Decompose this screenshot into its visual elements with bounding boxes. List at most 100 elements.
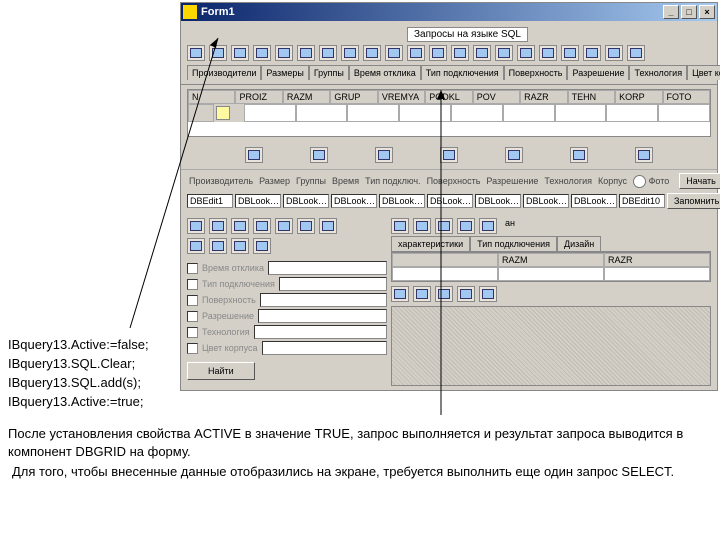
close-button[interactable]: × bbox=[699, 5, 715, 19]
component-icon[interactable] bbox=[209, 45, 227, 61]
dbedit-field[interactable] bbox=[427, 194, 473, 208]
start-button[interactable]: Начать bbox=[679, 173, 720, 189]
checkbox[interactable] bbox=[187, 263, 198, 274]
filter-input[interactable] bbox=[258, 309, 387, 323]
column-header[interactable]: TEHN bbox=[568, 90, 615, 104]
component-icon[interactable] bbox=[407, 45, 425, 61]
component-icon[interactable] bbox=[429, 45, 447, 61]
detail-tab[interactable]: характеристики bbox=[391, 236, 470, 251]
checkbox[interactable] bbox=[187, 327, 198, 338]
dbedit-field[interactable] bbox=[331, 194, 377, 208]
column-header[interactable]: PROIZ bbox=[235, 90, 282, 104]
component-icon[interactable] bbox=[231, 45, 249, 61]
dbedit-field[interactable] bbox=[187, 194, 233, 208]
dbedit-field[interactable] bbox=[619, 194, 665, 208]
column-header[interactable]: RAZM bbox=[283, 90, 330, 104]
component-icon[interactable] bbox=[275, 218, 293, 234]
component-icon[interactable] bbox=[253, 218, 271, 234]
column-header[interactable]: RAZR bbox=[520, 90, 567, 104]
component-icon[interactable] bbox=[605, 45, 623, 61]
component-icon[interactable] bbox=[413, 218, 431, 234]
dbgrid-2[interactable]: RAZMRAZR bbox=[391, 252, 711, 282]
component-icon[interactable] bbox=[231, 238, 249, 254]
dbedit-field[interactable] bbox=[283, 194, 329, 208]
component-icon[interactable] bbox=[479, 286, 497, 302]
component-icon[interactable] bbox=[319, 45, 337, 61]
column-header[interactable]: FOTO bbox=[663, 90, 710, 104]
component-icon[interactable] bbox=[363, 45, 381, 61]
column-header[interactable]: POV bbox=[473, 90, 520, 104]
checkbox[interactable] bbox=[187, 343, 198, 354]
tab-Размеры[interactable]: Размеры bbox=[261, 65, 308, 80]
component-icon[interactable] bbox=[297, 218, 315, 234]
component-icon[interactable] bbox=[391, 218, 409, 234]
column-header[interactable]: PODKL bbox=[425, 90, 472, 104]
component-icon[interactable] bbox=[635, 147, 653, 163]
grid-row[interactable] bbox=[188, 104, 710, 122]
tab-Тип подключения[interactable]: Тип подключения bbox=[421, 65, 504, 80]
column-header[interactable]: VREMYA bbox=[378, 90, 425, 104]
column-header[interactable]: RAZM bbox=[498, 253, 604, 267]
filter-input[interactable] bbox=[268, 261, 387, 275]
component-icon[interactable] bbox=[435, 286, 453, 302]
filter-input[interactable] bbox=[254, 325, 387, 339]
tab-Производители[interactable]: Производители bbox=[187, 65, 261, 80]
column-header[interactable]: GRUP bbox=[330, 90, 377, 104]
filter-input[interactable] bbox=[279, 277, 387, 291]
component-icon[interactable] bbox=[570, 147, 588, 163]
tab-Цвет корпуса[interactable]: Цвет корпуса bbox=[687, 65, 720, 80]
dbgrid-1[interactable]: NPROIZRAZMGRUPVREMYAPODKLPOVRAZRTEHNKORP… bbox=[187, 89, 711, 137]
component-icon[interactable] bbox=[539, 45, 557, 61]
component-icon[interactable] bbox=[505, 147, 523, 163]
filter-input[interactable] bbox=[262, 341, 388, 355]
column-header[interactable]: KORP bbox=[615, 90, 662, 104]
checkbox[interactable] bbox=[187, 279, 198, 290]
component-icon[interactable] bbox=[187, 45, 205, 61]
component-icon[interactable] bbox=[627, 45, 645, 61]
tab-Группы[interactable]: Группы bbox=[309, 65, 349, 80]
detail-tab[interactable]: Тип подключения bbox=[470, 236, 557, 251]
component-icon[interactable] bbox=[385, 45, 403, 61]
component-icon[interactable] bbox=[413, 286, 431, 302]
nav-open-icon[interactable] bbox=[216, 106, 230, 120]
component-icon[interactable] bbox=[245, 147, 263, 163]
component-icon[interactable] bbox=[473, 45, 491, 61]
component-icon[interactable] bbox=[187, 218, 205, 234]
component-icon[interactable] bbox=[561, 45, 579, 61]
dbedit-field[interactable] bbox=[379, 194, 425, 208]
component-icon[interactable] bbox=[275, 45, 293, 61]
component-icon[interactable] bbox=[209, 218, 227, 234]
minimize-button[interactable]: _ bbox=[663, 5, 679, 19]
maximize-button[interactable]: □ bbox=[681, 5, 697, 19]
component-icon[interactable] bbox=[435, 218, 453, 234]
find-button[interactable]: Найти bbox=[187, 362, 255, 380]
component-icon[interactable] bbox=[319, 218, 337, 234]
checkbox[interactable] bbox=[187, 295, 198, 306]
tab-Разрешение[interactable]: Разрешение bbox=[567, 65, 629, 80]
component-icon[interactable] bbox=[297, 45, 315, 61]
component-icon[interactable] bbox=[440, 147, 458, 163]
filter-input[interactable] bbox=[260, 293, 387, 307]
component-icon[interactable] bbox=[253, 45, 271, 61]
component-icon[interactable] bbox=[341, 45, 359, 61]
dbedit-field[interactable] bbox=[475, 194, 521, 208]
tab-Технология[interactable]: Технология bbox=[629, 65, 687, 80]
dbedit-field[interactable] bbox=[523, 194, 569, 208]
component-icon[interactable] bbox=[391, 286, 409, 302]
component-icon[interactable] bbox=[375, 147, 393, 163]
detail-tab[interactable]: Дизайн bbox=[557, 236, 601, 251]
dbedit-field[interactable] bbox=[571, 194, 617, 208]
column-header[interactable]: RAZR bbox=[604, 253, 710, 267]
column-header[interactable]: N bbox=[188, 90, 235, 104]
component-icon[interactable] bbox=[187, 238, 205, 254]
remember-button[interactable]: Запомнить bbox=[667, 193, 720, 209]
component-icon[interactable] bbox=[310, 147, 328, 163]
foto-radio[interactable]: Фото bbox=[631, 174, 671, 189]
tab-Поверхность[interactable]: Поверхность bbox=[504, 65, 568, 80]
column-header[interactable] bbox=[392, 253, 498, 267]
component-icon[interactable] bbox=[479, 218, 497, 234]
component-icon[interactable] bbox=[457, 286, 475, 302]
component-icon[interactable] bbox=[231, 218, 249, 234]
grid-row[interactable] bbox=[392, 267, 710, 281]
tab-Время отклика[interactable]: Время отклика bbox=[349, 65, 421, 80]
